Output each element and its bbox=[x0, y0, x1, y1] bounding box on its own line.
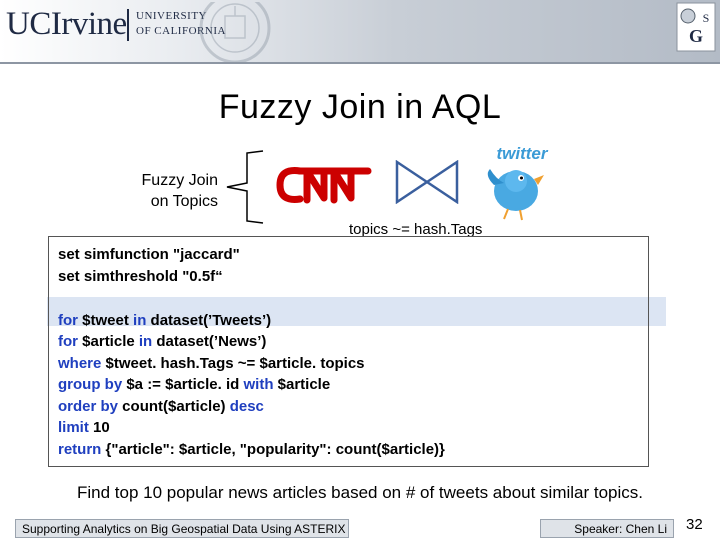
svg-text:S: S bbox=[703, 11, 710, 25]
code-line-5: where $tweet. hash.Tags ~= $article. top… bbox=[58, 355, 365, 372]
code-line-6: group by $a := $article. id with $articl… bbox=[58, 376, 330, 393]
code-line-2: set simthreshold "0.5f“ bbox=[58, 268, 223, 285]
code-text: dataset(’News’) bbox=[152, 333, 267, 350]
code-text: $tweet. hash.Tags ~= $article. topics bbox=[101, 355, 365, 372]
code-line-7: order by count($article) desc bbox=[58, 398, 264, 415]
code-text: 10 bbox=[88, 419, 110, 436]
university-seal-icon bbox=[199, 2, 271, 62]
code-text: $a := $article. id bbox=[122, 376, 244, 393]
keyword-for: for bbox=[58, 312, 78, 329]
footer-talk-title: Supporting Analytics on Big Geospatial D… bbox=[15, 519, 349, 538]
brace-connector bbox=[226, 150, 264, 224]
logo-divider bbox=[127, 9, 129, 41]
code-line-3: for $tweet in dataset(’Tweets’) bbox=[58, 312, 271, 329]
twitter-bird-logo-icon: twitter bbox=[487, 144, 549, 221]
keyword-in: in bbox=[133, 312, 147, 329]
keyword-where: where bbox=[58, 355, 102, 372]
header-divider bbox=[0, 62, 720, 64]
footer-speaker: Speaker: Chen Li bbox=[540, 519, 674, 538]
code-text: count($article) bbox=[118, 398, 230, 415]
code-line-8: limit 10 bbox=[58, 419, 110, 436]
keyword-limit: limit bbox=[58, 419, 89, 436]
isg-logo-icon: G S bbox=[676, 2, 716, 52]
code-line-4: for $article in dataset(’News’) bbox=[58, 333, 266, 350]
code-line-9: return {"article": $article, "popularity… bbox=[58, 441, 445, 458]
fuzzy-join-label: Fuzzy Join on Topics bbox=[118, 170, 218, 212]
cnn-logo-icon bbox=[276, 167, 372, 204]
keyword-order-by: order by bbox=[58, 398, 119, 415]
keyword-with: with bbox=[243, 376, 274, 393]
slide-caption: Find top 10 popular news articles based … bbox=[76, 483, 644, 502]
svg-text:G: G bbox=[689, 26, 703, 46]
code-text: $article bbox=[273, 376, 331, 393]
code-text: dataset(’Tweets’) bbox=[146, 312, 272, 329]
fuzzy-join-label-line-2: on Topics bbox=[150, 193, 218, 210]
keyword-desc: desc bbox=[229, 398, 264, 415]
code-line-1: set simfunction "jaccard" bbox=[58, 246, 240, 263]
code-text: $tweet bbox=[78, 312, 134, 329]
join-bowtie-icon bbox=[395, 160, 459, 204]
fuzzy-join-label-line-1: Fuzzy Join bbox=[141, 172, 218, 189]
twitter-wordmark: twitter bbox=[497, 144, 549, 163]
slide-title: Fuzzy Join in AQL bbox=[218, 88, 502, 126]
keyword-for: for bbox=[58, 333, 78, 350]
keyword-return: return bbox=[58, 441, 102, 458]
page-number: 32 bbox=[686, 516, 703, 533]
code-text: $article bbox=[78, 333, 139, 350]
uci-logo-text: UCIrvine bbox=[6, 6, 127, 42]
code-text: {"article": $article, "popularity": coun… bbox=[101, 441, 445, 458]
keyword-group-by: group by bbox=[58, 376, 123, 393]
keyword-in: in bbox=[138, 333, 153, 350]
